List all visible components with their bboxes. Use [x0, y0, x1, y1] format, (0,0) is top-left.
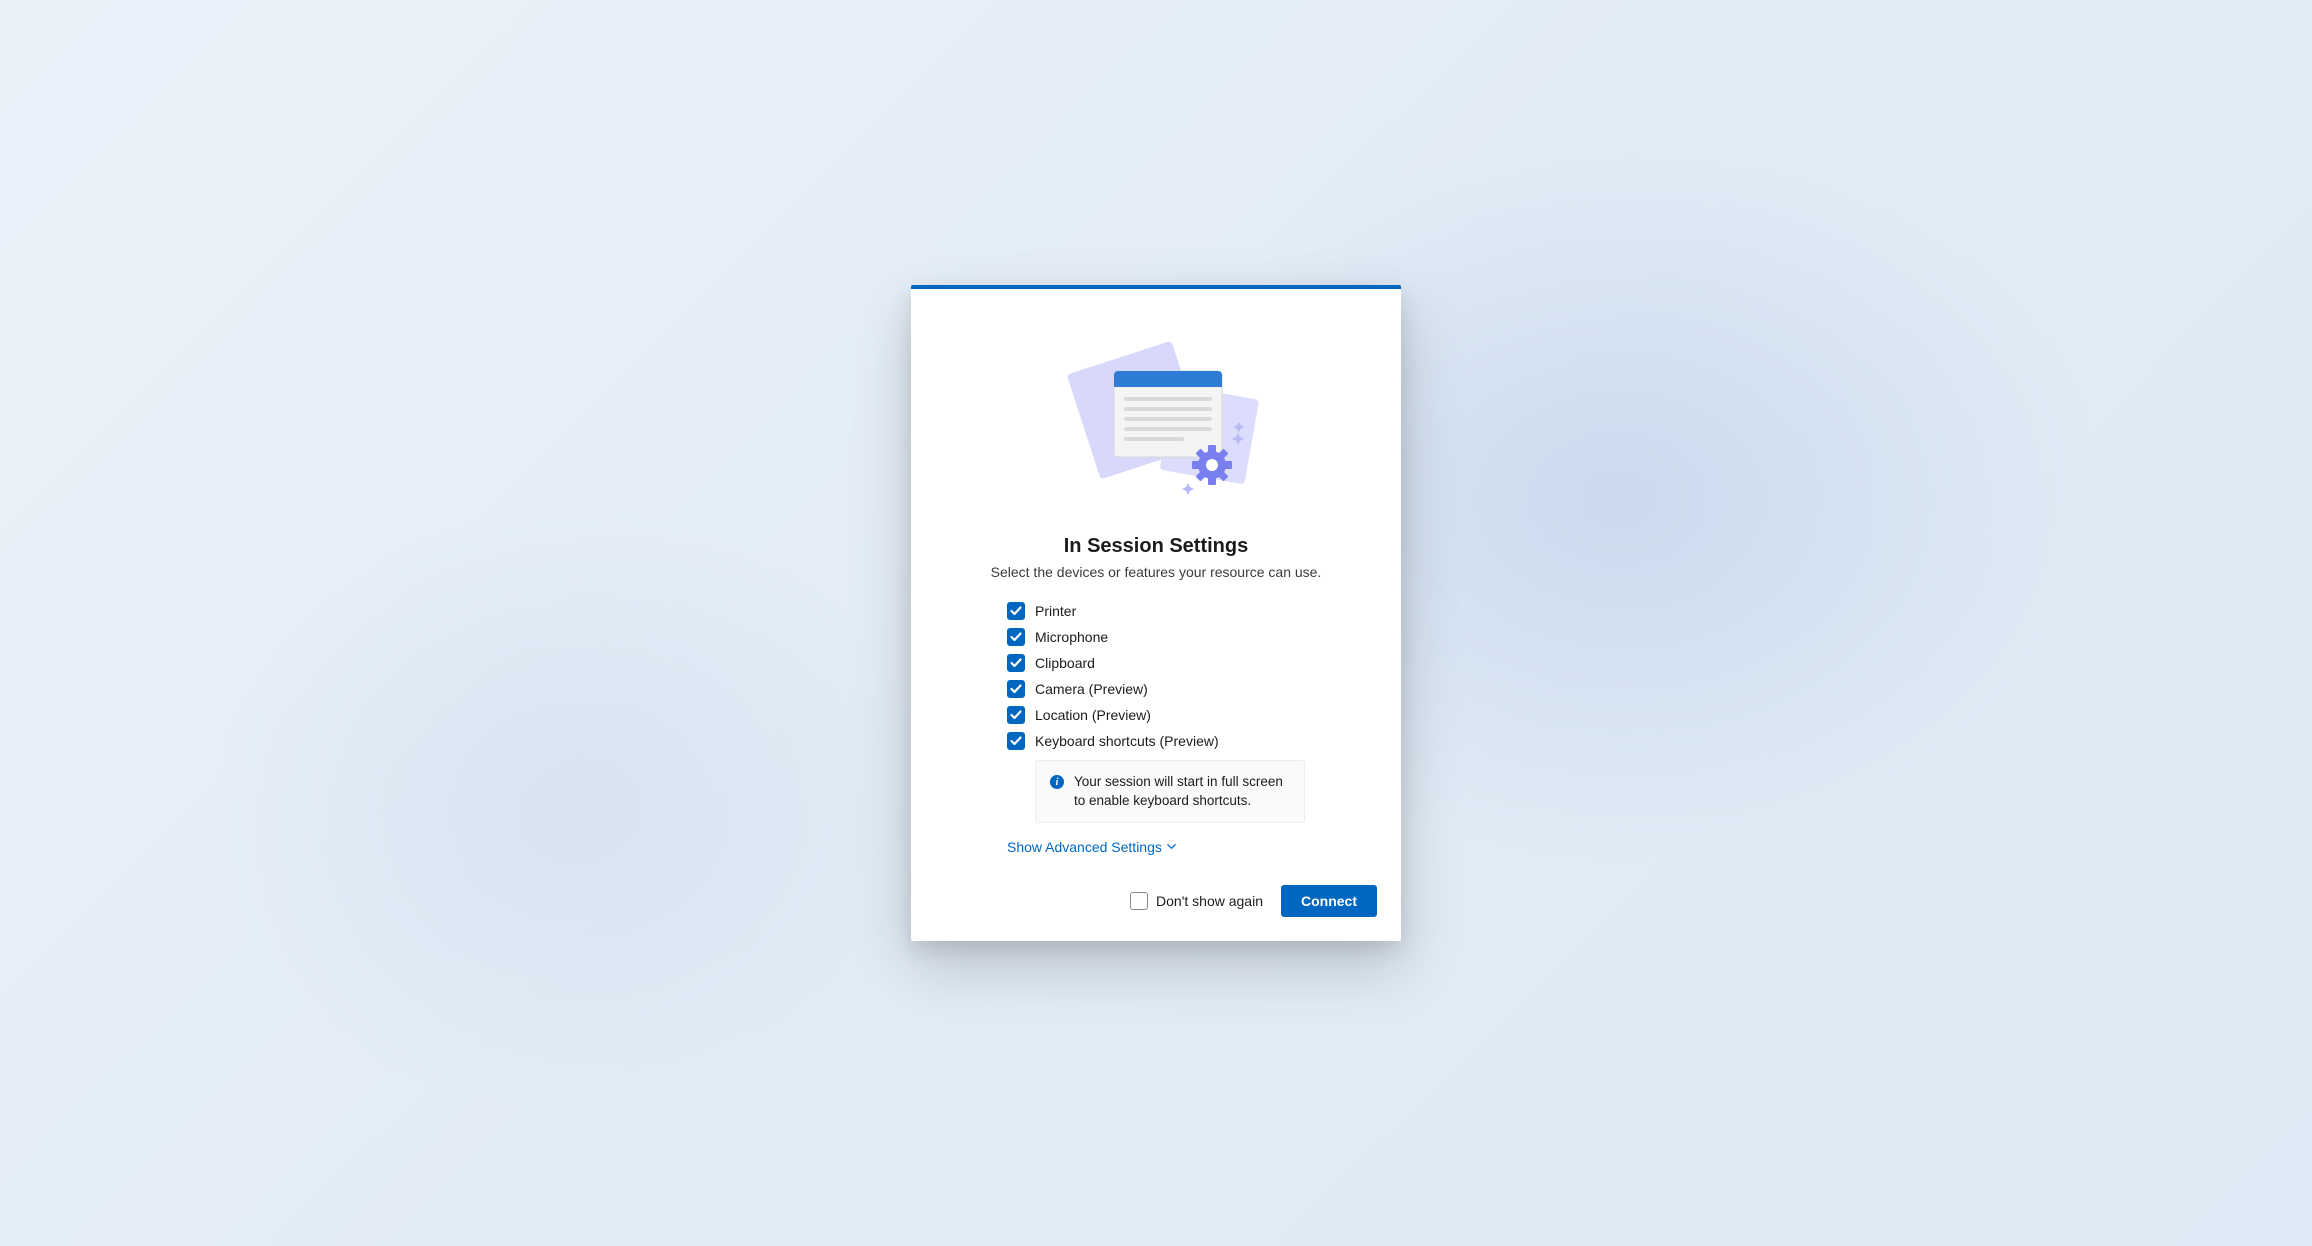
dont-show-again-label[interactable]: Don't show again — [1156, 893, 1263, 909]
option-row-camera: Camera (Preview) — [1007, 680, 1305, 698]
option-row-clipboard: Clipboard — [1007, 654, 1305, 672]
settings-illustration-icon — [1036, 337, 1276, 507]
keyboard-info-text: Your session will start in full screen t… — [1074, 773, 1290, 809]
option-row-location: Location (Preview) — [1007, 706, 1305, 724]
keyboard-info-box: i Your session will start in full screen… — [1035, 760, 1305, 822]
checkbox-keyboard[interactable] — [1007, 732, 1025, 750]
dont-show-again-group: Don't show again — [1130, 892, 1263, 910]
option-label-microphone[interactable]: Microphone — [1035, 629, 1108, 645]
option-row-keyboard: Keyboard shortcuts (Preview) — [1007, 732, 1305, 750]
chevron-down-icon — [1166, 841, 1177, 852]
advanced-settings-row: Show Advanced Settings — [911, 823, 1401, 857]
info-icon: i — [1050, 775, 1064, 789]
option-label-camera[interactable]: Camera (Preview) — [1035, 681, 1148, 697]
option-label-clipboard[interactable]: Clipboard — [1035, 655, 1095, 671]
checkbox-location[interactable] — [1007, 706, 1025, 724]
option-label-printer[interactable]: Printer — [1035, 603, 1076, 619]
session-settings-dialog: In Session Settings Select the devices o… — [911, 285, 1401, 940]
option-row-printer: Printer — [1007, 602, 1305, 620]
advanced-settings-label: Show Advanced Settings — [1007, 839, 1162, 855]
checkbox-clipboard[interactable] — [1007, 654, 1025, 672]
dialog-illustration — [911, 289, 1401, 535]
option-label-location[interactable]: Location (Preview) — [1035, 707, 1151, 723]
checkbox-printer[interactable] — [1007, 602, 1025, 620]
option-row-microphone: Microphone — [1007, 628, 1305, 646]
options-list: Printer Microphone Clipboard Camera (Pre… — [911, 602, 1401, 822]
dialog-title: In Session Settings — [951, 535, 1361, 558]
checkbox-dont-show-again[interactable] — [1130, 892, 1148, 910]
dialog-footer: Don't show again Connect — [911, 857, 1401, 917]
dialog-heading: In Session Settings Select the devices o… — [911, 535, 1401, 580]
connect-button[interactable]: Connect — [1281, 885, 1377, 917]
show-advanced-settings-link[interactable]: Show Advanced Settings — [1007, 839, 1177, 855]
dialog-subtitle: Select the devices or features your reso… — [951, 564, 1361, 580]
checkbox-camera[interactable] — [1007, 680, 1025, 698]
checkbox-microphone[interactable] — [1007, 628, 1025, 646]
option-label-keyboard[interactable]: Keyboard shortcuts (Preview) — [1035, 733, 1219, 749]
